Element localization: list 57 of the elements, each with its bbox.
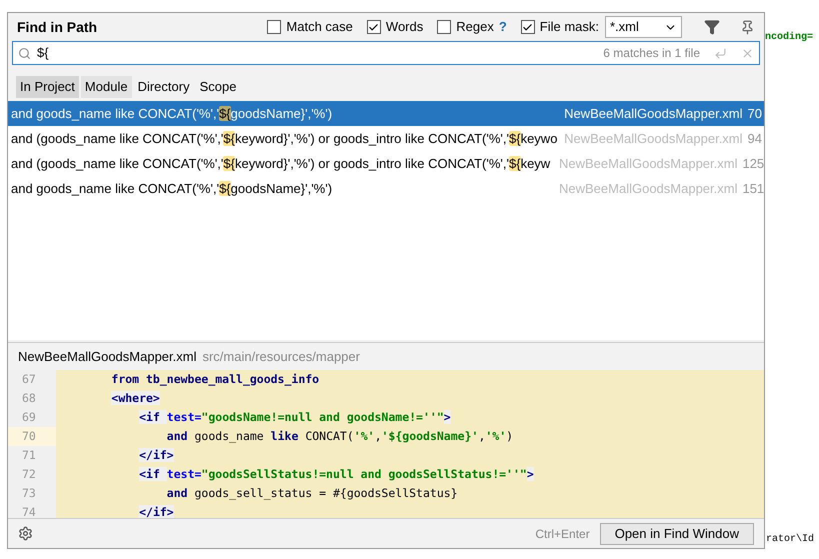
preview-path: src/main/resources/mapper <box>202 348 360 366</box>
code-line: <if test="goodsSellStatus!=null and goodsSellStatus!=''"> <box>138 466 534 483</box>
result-text: and goods_name like CONCAT('%','${goodsName}','%') <box>11 104 334 123</box>
open-in-find-window-button[interactable]: Open in Find Window <box>600 522 754 544</box>
result-text: and (goods_name like CONCAT('%','${keyword}','%') or goods_intro like CONCAT('%','${keyw <box>11 154 552 173</box>
check-icon <box>522 22 534 32</box>
option-label[interactable]: Words <box>386 17 424 37</box>
result-line: 70 <box>748 104 762 123</box>
code-line: and goods_name like CONCAT('%','${goodsName}','%') <box>166 428 514 445</box>
option-label[interactable]: Match case <box>286 17 353 37</box>
pin-icon[interactable] <box>740 20 755 34</box>
preview-file-name: NewBeeMallGoodsMapper.xml <box>18 348 196 366</box>
search-icon <box>18 46 31 60</box>
line-number: 70 <box>8 427 56 446</box>
line-number: 72 <box>8 465 56 484</box>
code-line: from tb_newbee_mall_goods_info <box>110 370 320 388</box>
option-label[interactable]: File mask: <box>540 17 599 37</box>
result-file: NewBeeMallGoodsMapper.xml <box>564 104 743 123</box>
checkbox[interactable] <box>366 20 381 34</box>
scope-tab[interactable]: Directory <box>134 76 194 98</box>
result-file: NewBeeMallGoodsMapper.xml <box>559 154 738 173</box>
line-number: 74 <box>8 503 56 518</box>
result-line: 125 <box>742 154 764 173</box>
result-file: NewBeeMallGoodsMapper.xml <box>564 130 743 148</box>
check-icon <box>368 22 380 32</box>
result-line: 151 <box>742 180 764 198</box>
result-text: and (goods_name like CONCAT('%','${keyword}','%') or goods_intro like CONCAT('%','${keywo <box>11 130 558 148</box>
line-number: 67 <box>8 370 56 389</box>
settings-icon[interactable] <box>18 526 33 541</box>
console-text: rator\Id <box>766 532 814 547</box>
code-line: and goods_sell_status = #{goodsSellStatus} <box>166 484 458 502</box>
option-label[interactable]: Regex <box>456 17 494 37</box>
filter-icon[interactable] <box>704 19 720 35</box>
dialog-title: Find in Path <box>17 18 98 36</box>
line-number: 71 <box>8 446 56 465</box>
checkbox[interactable] <box>520 20 535 34</box>
scope-tab[interactable]: Scope <box>196 76 240 98</box>
result-row[interactable]: and (goods_name like CONCAT('%','${keyword}','%') or goods_intro like CONCAT('%','${keyw NewBeeMallGoodsMapper.xml 125 <box>8 151 764 176</box>
result-row[interactable]: and (goods_name like CONCAT('%','${keyword}','%') or goods_intro like CONCAT('%','${keywo NewBeeMallGoodsMapper.xml 94 <box>8 126 764 151</box>
scope-tab[interactable]: Module <box>80 76 132 98</box>
file-mask-dropdown[interactable]: *.xml <box>605 16 682 38</box>
editor-text: ncoding= <box>765 30 814 45</box>
scope-tab[interactable]: In Project <box>16 76 79 98</box>
result-text: and goods_name like CONCAT('%','${goodsName}','%') <box>11 180 334 198</box>
result-line: 94 <box>748 130 762 148</box>
line-number: 69 <box>8 408 56 427</box>
line-number: 68 <box>8 389 56 408</box>
result-row[interactable]: and goods_name like CONCAT('%','${goodsName}','%') NewBeeMallGoodsMapper.xml 70 <box>8 101 764 126</box>
code-line: <if test="goodsName!=null and goodsName!=''"> <box>138 408 451 426</box>
result-row[interactable]: and goods_name like CONCAT('%','${goodsName}','%') NewBeeMallGoodsMapper.xml 151 <box>8 176 764 201</box>
shortcut-hint: Ctrl+Enter <box>535 526 590 542</box>
checkbox[interactable] <box>437 20 452 34</box>
match-count: 6 matches in 1 file <box>603 45 700 62</box>
line-number: 73 <box>8 484 56 503</box>
help-link[interactable]: ? <box>498 17 507 37</box>
result-file: NewBeeMallGoodsMapper.xml <box>559 180 738 198</box>
checkbox[interactable] <box>267 20 282 34</box>
